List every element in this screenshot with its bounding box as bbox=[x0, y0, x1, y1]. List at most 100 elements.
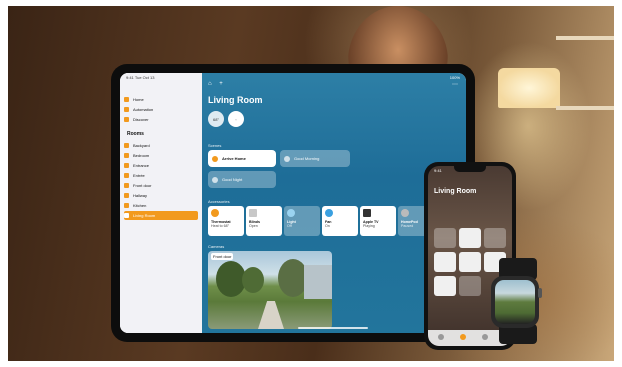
accessory-apple-tv[interactable]: Apple TV Playing bbox=[360, 206, 396, 236]
accessories-label: Accessories bbox=[208, 199, 230, 204]
status-time: 9:41 bbox=[434, 168, 442, 173]
battery-status: 100% bbox=[449, 75, 460, 80]
sidebar-item-label: Kitchen bbox=[133, 203, 147, 208]
sidebar-item-automation[interactable]: Automation bbox=[124, 105, 198, 114]
room-icon bbox=[124, 193, 129, 198]
rooms-header: Rooms bbox=[127, 131, 144, 137]
accessory-state: Open bbox=[249, 224, 258, 228]
room-icon bbox=[124, 143, 129, 148]
sidebar-item-backyard[interactable]: Backyard bbox=[124, 141, 198, 150]
camera-feed[interactable]: Front door bbox=[208, 251, 332, 329]
clock-icon bbox=[124, 107, 129, 112]
apple-watch bbox=[491, 258, 545, 344]
star-icon bbox=[124, 117, 129, 122]
lamp-shade bbox=[498, 68, 560, 108]
droplet-icon: ◦ bbox=[235, 116, 237, 122]
accessory-state: On bbox=[325, 224, 330, 228]
sidebar-item-discover[interactable]: Discover bbox=[124, 115, 198, 124]
sidebar-item-label: Automation bbox=[133, 107, 154, 112]
tv-icon bbox=[363, 209, 371, 217]
accessory-thermostat[interactable]: Thermostat Heat to 68° bbox=[208, 206, 244, 236]
sidebar-item-label: Entrance bbox=[133, 163, 150, 168]
sidebar-item-kitchen[interactable]: Kitchen bbox=[124, 201, 198, 210]
sidebar-item-front-door[interactable]: Front door bbox=[124, 181, 198, 190]
notch bbox=[454, 166, 486, 172]
room-icon bbox=[124, 153, 129, 158]
speaker-icon bbox=[401, 209, 409, 217]
scene-label: Good Morning bbox=[294, 156, 320, 161]
room-icon bbox=[124, 183, 129, 188]
camera-walkway bbox=[258, 301, 284, 329]
accessory-tile[interactable] bbox=[434, 276, 456, 296]
sun-icon bbox=[284, 155, 290, 162]
clock-icon[interactable] bbox=[482, 334, 488, 340]
watch-case bbox=[491, 276, 542, 328]
accessory-fan[interactable]: Fan On bbox=[322, 206, 358, 236]
home-indicator[interactable] bbox=[298, 327, 368, 329]
camera-label: Front door bbox=[211, 253, 234, 260]
fan-icon bbox=[325, 209, 333, 217]
house-icon[interactable]: ⌂ bbox=[208, 81, 212, 87]
scene-label: Good Night bbox=[222, 177, 243, 182]
accessory-tile[interactable] bbox=[459, 252, 481, 272]
scene-good-morning[interactable]: Good Morning bbox=[280, 150, 350, 167]
thermostat-icon bbox=[211, 209, 219, 217]
sidebar-item-label: Discover bbox=[133, 117, 149, 122]
sidebar-item-hallway[interactable]: Hallway bbox=[124, 191, 198, 200]
ipad-device: 9:41 Tue Oct 13 Home Automation Discover… bbox=[111, 64, 475, 342]
house-icon[interactable] bbox=[438, 334, 444, 340]
digital-crown[interactable] bbox=[538, 288, 542, 298]
house-icon bbox=[124, 97, 129, 102]
sidebar-item-home[interactable]: Home bbox=[124, 95, 198, 104]
sidebar-item-entree[interactable]: Entrée bbox=[124, 171, 198, 180]
status-label: 68° bbox=[212, 116, 220, 122]
sidebar-item-label: Living Room bbox=[133, 213, 156, 218]
accessory-state: Heat to 68° bbox=[211, 224, 230, 228]
add-icon[interactable]: + bbox=[219, 81, 223, 87]
scene-arrive-home[interactable]: Arrive Home bbox=[208, 150, 276, 167]
sidebar: 9:41 Tue Oct 13 Home Automation Discover… bbox=[120, 73, 202, 333]
room-icon bbox=[124, 203, 129, 208]
sidebar-item-label: Backyard bbox=[133, 143, 150, 148]
sidebar-item-label: Bedroom bbox=[133, 153, 150, 158]
page-title: Living Room bbox=[208, 95, 263, 105]
accessory-blinds[interactable]: Blinds Open bbox=[246, 206, 282, 236]
sidebar-item-entrance[interactable]: Entrance bbox=[124, 161, 198, 170]
accessory-tile[interactable] bbox=[484, 228, 506, 248]
status-time: 9:41 Tue Oct 13 bbox=[126, 75, 155, 80]
accessory-tile[interactable] bbox=[459, 276, 481, 296]
accessory-light[interactable]: Light Off bbox=[284, 206, 320, 236]
accessory-state: Off bbox=[287, 224, 292, 228]
scenes-label: Scenes bbox=[208, 143, 222, 148]
accessory-tile[interactable] bbox=[434, 252, 456, 272]
camera-tree bbox=[242, 267, 264, 293]
wall-shelf bbox=[556, 36, 614, 40]
room-icon bbox=[124, 163, 129, 168]
ipad-screen: 9:41 Tue Oct 13 Home Automation Discover… bbox=[120, 73, 466, 333]
house-icon bbox=[212, 155, 218, 162]
sidebar-item-living-room[interactable]: Living Room bbox=[124, 211, 198, 220]
scene-label: Arrive Home bbox=[222, 156, 246, 161]
moon-icon bbox=[212, 176, 218, 183]
photo-background: 9:41 Tue Oct 13 Home Automation Discover… bbox=[8, 6, 614, 361]
accessory-tile[interactable] bbox=[434, 228, 456, 248]
room-icon bbox=[124, 213, 129, 218]
scene-good-night[interactable]: Good Night bbox=[208, 171, 276, 188]
humidity-status[interactable]: ◦ bbox=[228, 111, 244, 127]
wall-shelf bbox=[556, 106, 614, 110]
cameras-label: Cameras bbox=[208, 244, 225, 249]
rooms-icon[interactable] bbox=[460, 334, 466, 340]
camera-house bbox=[304, 265, 332, 299]
temperature-status[interactable]: 68° bbox=[208, 111, 224, 127]
watch-camera-feed[interactable] bbox=[495, 280, 535, 324]
accessory-tile[interactable] bbox=[459, 228, 481, 248]
lightbulb-icon bbox=[287, 209, 295, 217]
sidebar-item-label: Front door bbox=[133, 183, 152, 188]
blinds-icon bbox=[249, 209, 257, 217]
more-icon[interactable]: ⋯ bbox=[452, 82, 458, 88]
accessory-state: Playing bbox=[363, 224, 375, 228]
sidebar-item-bedroom[interactable]: Bedroom bbox=[124, 151, 198, 160]
page-title: Living Room bbox=[434, 188, 477, 195]
sidebar-item-label: Home bbox=[133, 97, 144, 102]
sidebar-item-label: Hallway bbox=[133, 193, 148, 198]
